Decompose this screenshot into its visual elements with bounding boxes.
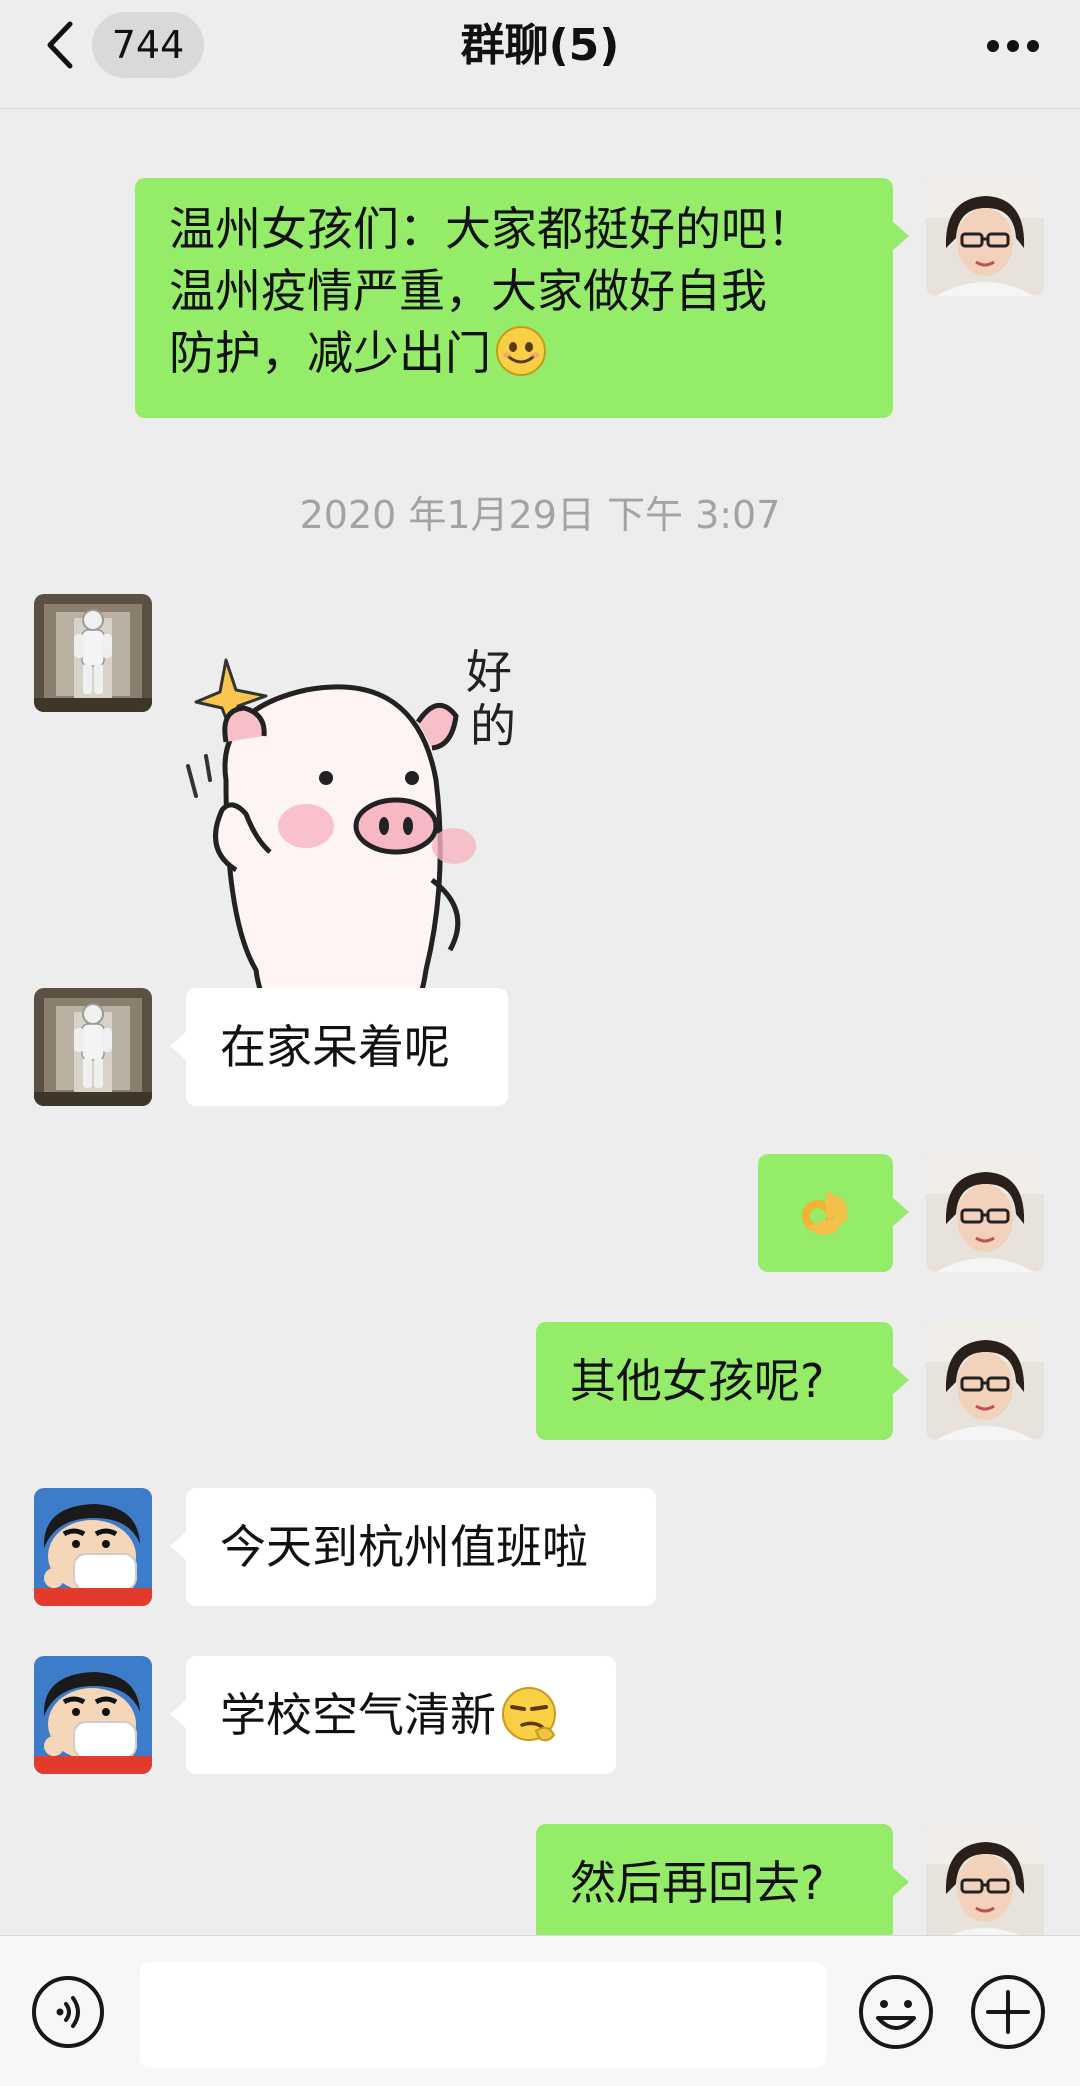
message-text: 在家呆着呢	[220, 1020, 450, 1074]
outgoing-message-bubble[interactable]: 其他女孩呢?	[536, 1322, 909, 1440]
input-bar	[0, 1935, 1080, 2086]
sticker-caption: 好	[466, 645, 512, 699]
more-actions-plus-icon[interactable]	[968, 1972, 1048, 2052]
message-text: 然后再回去?	[570, 1856, 825, 1910]
my-avatar[interactable]	[926, 1322, 1044, 1440]
outgoing-message-bubble[interactable]	[758, 1154, 909, 1272]
smile-emoji-icon	[495, 325, 547, 377]
smirk-emoji-icon	[500, 1668, 558, 1742]
incoming-message-bubble[interactable]: 在家呆着呢	[170, 988, 508, 1106]
chat-header: 744 群聊(5)	[0, 0, 1080, 109]
crayon-shin-chan-avatar[interactable]	[34, 1656, 152, 1774]
message-input[interactable]	[140, 1962, 826, 2068]
more-options-icon[interactable]	[986, 38, 1040, 52]
message-text: 温州女孩们：大家都挺好的吧！	[169, 202, 813, 256]
emoji-picker-icon[interactable]	[856, 1972, 936, 2052]
crayon-shin-chan-avatar[interactable]	[34, 1488, 152, 1606]
astronaut-avatar[interactable]	[34, 594, 152, 712]
message-text: 今天到杭州值班啦	[220, 1520, 588, 1574]
message-text: 温州疫情严重，大家做好自我	[169, 264, 767, 318]
incoming-message-bubble[interactable]: 今天到杭州值班啦	[170, 1488, 656, 1606]
chat-title[interactable]: 群聊(5)	[0, 18, 1080, 74]
outgoing-message-bubble[interactable]: 然后再回去?	[536, 1824, 909, 1935]
my-avatar[interactable]	[926, 178, 1044, 296]
voice-input-icon[interactable]	[30, 1974, 106, 2050]
message-text: 防护，减少出门	[169, 326, 491, 380]
ok-hand-emoji-icon	[796, 1186, 852, 1242]
incoming-message-bubble[interactable]: 学校空气清新	[170, 1656, 616, 1774]
astronaut-avatar[interactable]	[34, 988, 152, 1106]
message-text: 其他女孩呢?	[570, 1354, 825, 1408]
timestamp: 2020 年1月29日 下午 3:07	[299, 493, 781, 537]
sticker-caption: 的	[470, 699, 516, 753]
message-text: 学校空气清新	[220, 1688, 496, 1742]
outgoing-message-bubble[interactable]: 温州女孩们：大家都挺好的吧！ 温州疫情严重，大家做好自我 防护，减少出门	[135, 178, 909, 418]
message-list[interactable]: 温州女孩们：大家都挺好的吧！ 温州疫情严重，大家做好自我 防护，减少出门 202…	[0, 108, 1080, 1935]
my-avatar[interactable]	[926, 1824, 1044, 1935]
my-avatar[interactable]	[926, 1154, 1044, 1272]
